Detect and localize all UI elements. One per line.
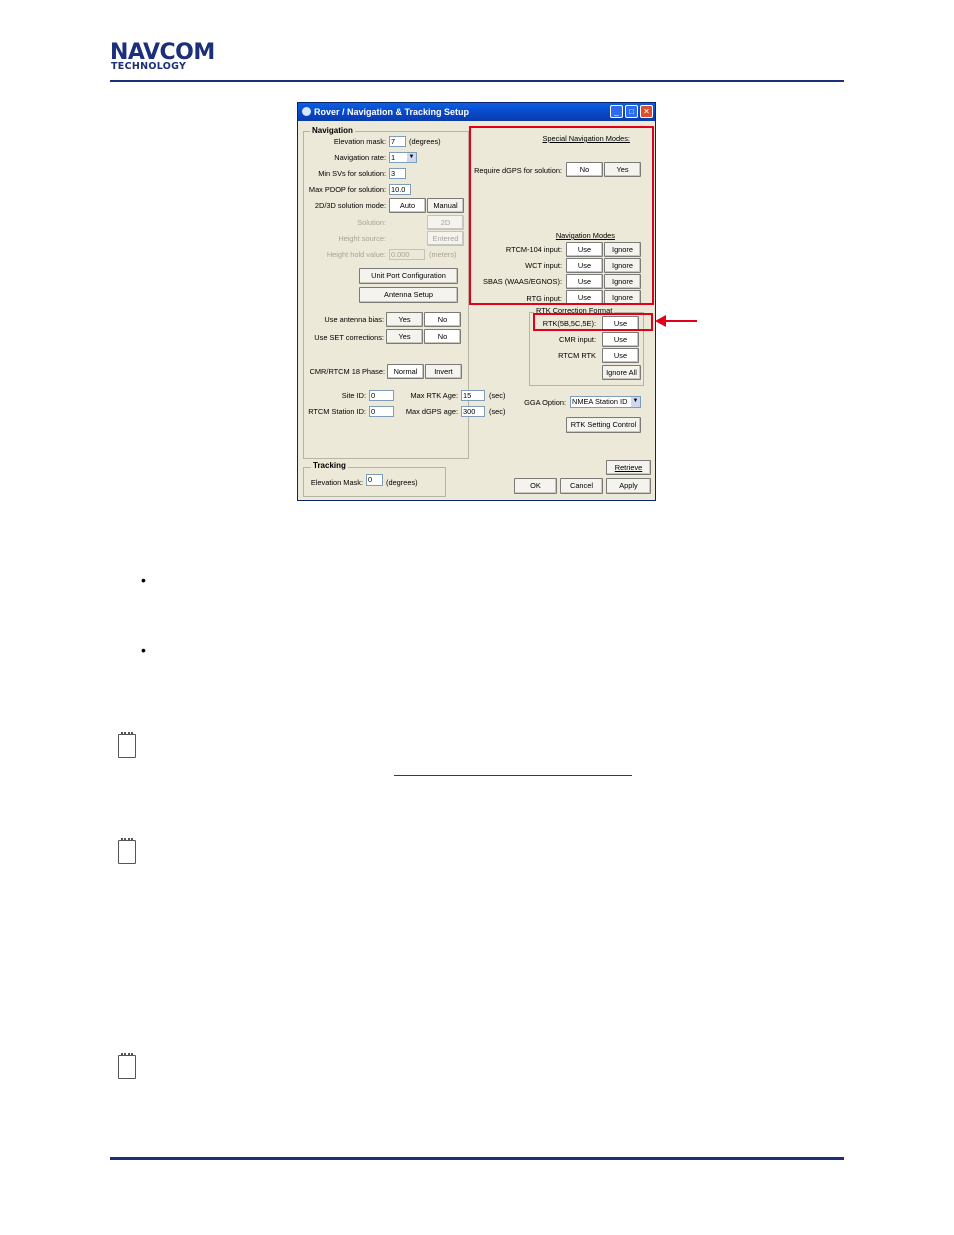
max-dgps-age-label: Max dGPS age:	[405, 407, 458, 416]
use-antenna-bias-label: Use antenna bias:	[324, 315, 384, 324]
gga-option-select[interactable]: NMEA Station ID ▼	[570, 396, 641, 408]
max-rtk-age-label: Max RTK Age:	[410, 391, 458, 400]
set-corrections-no-button[interactable]: No	[424, 329, 461, 344]
solution-label: Solution:	[357, 218, 386, 227]
rtcm-rtk-use-button[interactable]: Use	[602, 348, 639, 363]
solution-auto-button[interactable]: Auto	[389, 198, 426, 213]
max-dgps-age-input[interactable]: 300	[461, 406, 485, 417]
navigation-rate-label: Navigation rate:	[334, 153, 386, 162]
elevation-mask-input[interactable]: 7	[389, 136, 406, 147]
phase-normal-button[interactable]: Normal	[387, 364, 424, 379]
minimize-icon[interactable]: _	[610, 105, 623, 118]
note-icon	[118, 732, 136, 758]
chevron-down-icon[interactable]: ▼	[407, 153, 416, 162]
ok-button[interactable]: OK	[514, 478, 557, 494]
rtcm-rtk-label: RTCM RTK	[558, 351, 596, 360]
max-rtk-age-input[interactable]: 15	[461, 390, 485, 401]
phase-invert-button[interactable]: Invert	[425, 364, 462, 379]
unit-port-configuration-button[interactable]: Unit Port Configuration	[359, 268, 458, 284]
max-dgps-age-unit: (sec)	[489, 407, 506, 416]
height-hold-unit: (meters)	[429, 250, 457, 259]
cmr-input-label: CMR input:	[559, 335, 596, 344]
cmr-phase-label: CMR/RTCM 18 Phase:	[309, 367, 385, 376]
rtcm-station-id-label: RTCM Station ID:	[308, 407, 366, 416]
note-icon	[118, 838, 136, 864]
elevation-mask-label: Elevation mask:	[333, 137, 386, 146]
max-rtk-age-unit: (sec)	[489, 391, 506, 400]
ignore-all-button[interactable]: Ignore All	[602, 365, 641, 380]
min-svs-input[interactable]: 3	[389, 168, 406, 179]
height-source-button[interactable]: Entered	[427, 231, 464, 246]
max-pdop-label: Max PDOP for solution:	[308, 185, 386, 194]
navigation-rate-select[interactable]: 1 ▼	[389, 152, 417, 163]
cancel-button[interactable]: Cancel	[560, 478, 603, 494]
set-corrections-yes-button[interactable]: Yes	[386, 329, 423, 344]
navigation-legend: Navigation	[310, 126, 355, 135]
elevation-mask-unit: (degrees)	[409, 137, 441, 146]
maximize-icon[interactable]: □	[625, 105, 638, 118]
chevron-down-icon[interactable]: ▼	[631, 397, 640, 407]
antenna-setup-button[interactable]: Antenna Setup	[359, 287, 458, 303]
title-bar: Rover / Navigation & Tracking Setup _ □ …	[298, 103, 655, 121]
min-svs-label: Min SVs for solution:	[318, 169, 386, 178]
height-hold-label: Height hold value:	[326, 250, 386, 259]
close-icon[interactable]: ✕	[640, 105, 653, 118]
satellite-icon	[302, 107, 311, 116]
gga-option-value: NMEA Station ID	[572, 397, 628, 406]
antenna-bias-no-button[interactable]: No	[424, 312, 461, 327]
tracking-legend: Tracking	[311, 461, 348, 470]
bullet-1: •	[141, 572, 146, 588]
link-underline[interactable]	[394, 775, 632, 776]
apply-button[interactable]: Apply	[606, 478, 651, 494]
logo-technology: TECHNOLOGY	[111, 61, 187, 72]
tracking-elevation-mask-unit: (degrees)	[386, 478, 418, 487]
use-set-corrections-label: Use SET corrections:	[314, 333, 384, 342]
footer-rule	[110, 1157, 844, 1160]
max-pdop-input[interactable]: 10.0	[389, 184, 411, 195]
rtk-setting-control-button[interactable]: RTK Setting Control	[566, 417, 641, 433]
solution-manual-button[interactable]: Manual	[427, 198, 464, 213]
antenna-bias-yes-button[interactable]: Yes	[386, 312, 423, 327]
site-id-input[interactable]: 0	[369, 390, 394, 401]
site-id-label: Site ID:	[341, 391, 366, 400]
bullet-2: •	[141, 642, 146, 658]
tracking-elevation-mask-label: Elevation Mask:	[310, 478, 363, 487]
height-source-label: Height source:	[338, 234, 386, 243]
header-rule	[110, 80, 844, 82]
height-hold-input[interactable]: 0.000	[389, 249, 425, 260]
note-icon	[118, 1053, 136, 1079]
tracking-elevation-mask-input[interactable]: 0	[366, 474, 383, 486]
window-title: Rover / Navigation & Tracking Setup	[314, 107, 470, 117]
special-modes-highlight	[469, 126, 654, 305]
solution-mode-label: 2D/3D solution mode:	[314, 201, 386, 210]
rtk-format-highlight	[533, 313, 653, 331]
solution-2d-button[interactable]: 2D	[427, 215, 464, 230]
rtcm-station-id-input[interactable]: 0	[369, 406, 394, 417]
cmr-use-button[interactable]: Use	[602, 332, 639, 347]
arrow-left-icon	[655, 315, 697, 327]
retrieve-button[interactable]: Retrieve	[606, 460, 651, 475]
navigation-rate-value: 1	[391, 153, 396, 162]
gga-option-label: GGA Option:	[524, 398, 566, 407]
